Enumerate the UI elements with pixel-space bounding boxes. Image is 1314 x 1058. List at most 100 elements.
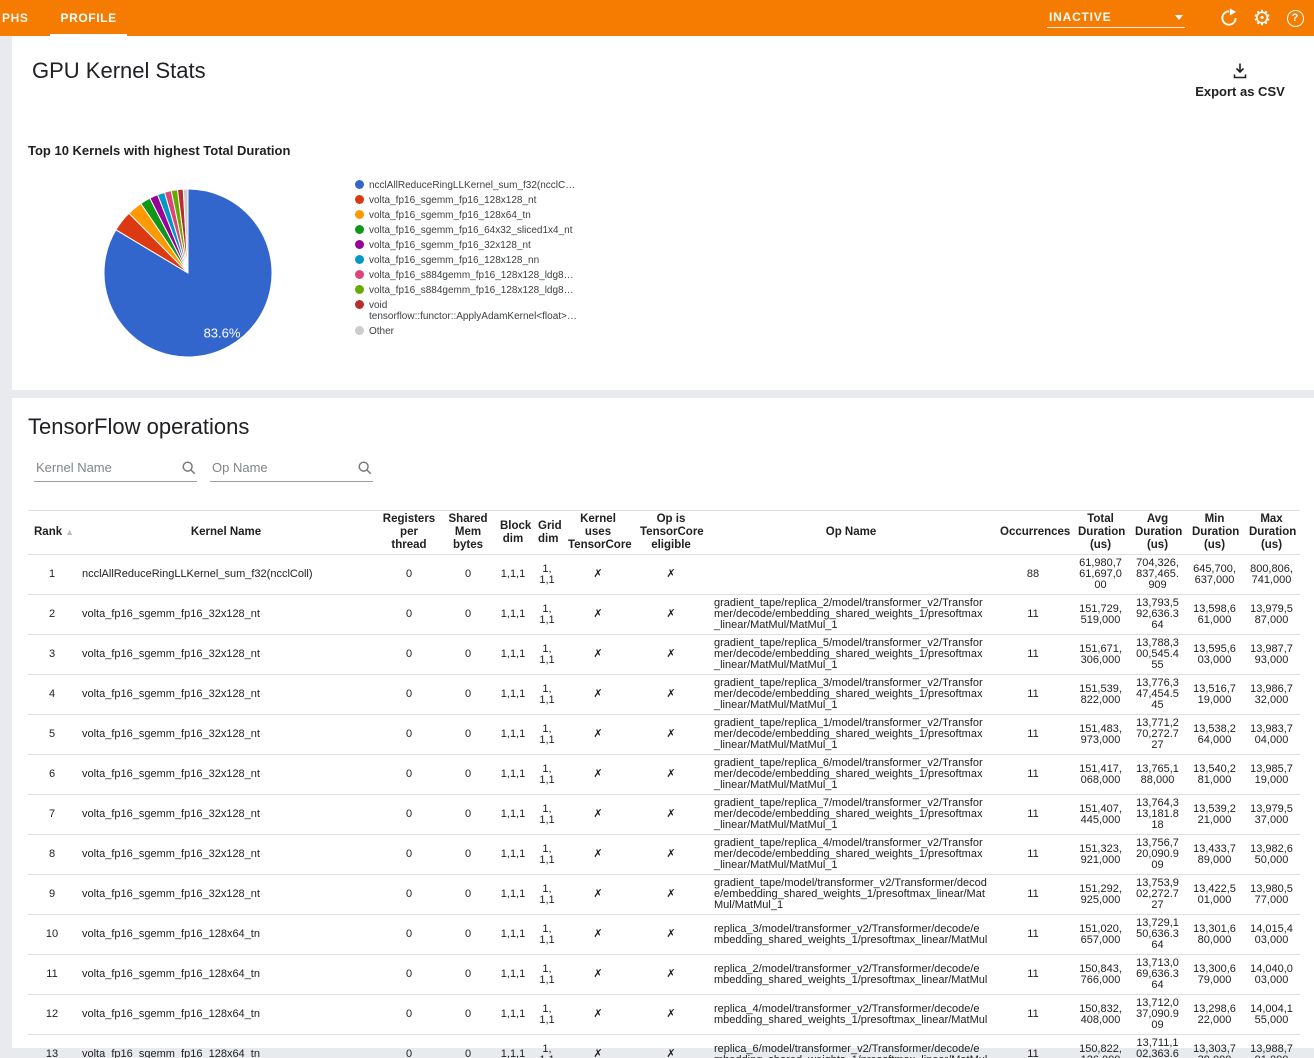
column-header[interactable]: Registers per thread (376, 511, 442, 555)
cell-total-duration: 151,323,921,000 (1072, 835, 1129, 875)
run-selector-value: INACTIVE (1049, 10, 1111, 24)
legend-item[interactable]: volta_fp16_sgemm_fp16_128x128_nn (355, 255, 587, 266)
legend-item[interactable]: volta_fp16_sgemm_fp16_128x128_nt (355, 195, 587, 206)
column-header[interactable]: Kernel Name (76, 511, 376, 555)
cell-kernel-name: volta_fp16_sgemm_fp16_128x64_tn (76, 955, 376, 995)
cell-registers: 0 (376, 555, 442, 595)
cell-max-duration: 14,004,155,000 (1243, 995, 1300, 1035)
cell-registers: 0 (376, 1035, 442, 1058)
tab-graphs[interactable]: PHS (0, 0, 44, 36)
legend-item[interactable]: volta_fp16_sgemm_fp16_64x32_sliced1x4_nt (355, 225, 587, 236)
cell-op-tensorcore-eligible: ✗ (634, 835, 708, 875)
help-icon[interactable]: ? (1284, 7, 1306, 29)
op-name-search-input[interactable] (210, 456, 350, 481)
refresh-icon[interactable] (1218, 7, 1240, 29)
legend-color-dot (355, 326, 364, 335)
cell-occurrences: 11 (994, 635, 1072, 675)
gear-icon[interactable]: ⚙ (1251, 7, 1273, 29)
column-header[interactable]: Grid dim (532, 511, 562, 555)
column-header[interactable]: Rank▲ (28, 511, 76, 555)
cell-rank: 13 (28, 1035, 76, 1058)
column-header[interactable]: Op is TensorCore eligible (634, 511, 708, 555)
cell-shared-mem: 0 (442, 995, 494, 1035)
column-header[interactable]: Block dim (494, 511, 532, 555)
cell-kernel-name: volta_fp16_sgemm_fp16_32x128_nt (76, 835, 376, 875)
cell-op-name: gradient_tape/replica_3/model/transforme… (708, 675, 994, 715)
column-header[interactable]: Max Duration (us) (1243, 511, 1300, 555)
cell-grid-dim: 1,1,1 (532, 595, 562, 635)
cell-total-duration: 151,539,822,000 (1072, 675, 1129, 715)
cell-avg-duration: 13,793,592,636.364 (1129, 595, 1186, 635)
cell-block-dim: 1,1,1 (494, 715, 532, 755)
column-header[interactable]: Total Duration (us) (1072, 511, 1129, 555)
cell-occurrences: 11 (994, 675, 1072, 715)
column-header[interactable]: Min Duration (us) (1186, 511, 1243, 555)
legend-item[interactable]: ncclAllReduceRingLLKernel_sum_f32(ncclC… (355, 180, 587, 191)
cell-op-tensorcore-eligible: ✗ (634, 1035, 708, 1058)
cell-shared-mem: 0 (442, 835, 494, 875)
cell-min-duration: 13,538,264,000 (1186, 715, 1243, 755)
cell-avg-duration: 13,713,069,636.364 (1129, 955, 1186, 995)
cell-op-tensorcore-eligible: ✗ (634, 995, 708, 1035)
tab-profile[interactable]: PROFILE (44, 0, 132, 36)
cell-rank: 10 (28, 915, 76, 955)
cell-registers: 0 (376, 995, 442, 1035)
cell-kernel-name: volta_fp16_sgemm_fp16_32x128_nt (76, 595, 376, 635)
column-header[interactable]: Occurrences (994, 511, 1072, 555)
cell-op-name: replica_6/model/transformer_v2/Transform… (708, 1035, 994, 1058)
cell-op-name: gradient_tape/replica_6/model/transforme… (708, 755, 994, 795)
legend-item[interactable]: void tensorflow::functor::ApplyAdamKerne… (355, 300, 587, 322)
column-header[interactable]: Shared Mem bytes (442, 511, 494, 555)
legend-item[interactable]: volta_fp16_s884gemm_fp16_128x128_ldg8… (355, 270, 587, 281)
cell-kernel-name: volta_fp16_sgemm_fp16_128x64_tn (76, 995, 376, 1035)
table-row: 3volta_fp16_sgemm_fp16_32x128_nt001,1,11… (28, 635, 1300, 675)
legend-color-dot (355, 180, 364, 189)
cell-op-tensorcore-eligible: ✗ (634, 915, 708, 955)
legend-item[interactable]: volta_fp16_sgemm_fp16_32x128_nt (355, 240, 587, 251)
cell-avg-duration: 13,764,313,181.818 (1129, 795, 1186, 835)
table-row: 2volta_fp16_sgemm_fp16_32x128_nt001,1,11… (28, 595, 1300, 635)
cell-block-dim: 1,1,1 (494, 555, 532, 595)
kernel-name-search-input[interactable] (34, 456, 174, 481)
cell-min-duration: 645,700,637,000 (1186, 555, 1243, 595)
cell-rank: 11 (28, 955, 76, 995)
cell-avg-duration: 13,712,037,090.909 (1129, 995, 1186, 1035)
legend-item[interactable]: volta_fp16_s884gemm_fp16_128x128_ldg8… (355, 285, 587, 296)
cell-total-duration: 150,822,126,000 (1072, 1035, 1129, 1058)
column-header[interactable]: Kernel uses TensorCore (562, 511, 634, 555)
cell-block-dim: 1,1,1 (494, 1035, 532, 1058)
cell-op-tensorcore-eligible: ✗ (634, 755, 708, 795)
cell-kernel-tensorcore: ✗ (562, 675, 634, 715)
column-header[interactable]: Op Name (708, 511, 994, 555)
cell-shared-mem: 0 (442, 755, 494, 795)
cell-registers: 0 (376, 835, 442, 875)
cell-shared-mem: 0 (442, 635, 494, 675)
legend-label: volta_fp16_s884gemm_fp16_128x128_ldg8… (369, 285, 574, 296)
cell-total-duration: 151,483,973,000 (1072, 715, 1129, 755)
cell-avg-duration: 13,756,720,090.909 (1129, 835, 1186, 875)
cell-block-dim: 1,1,1 (494, 955, 532, 995)
cell-op-tensorcore-eligible: ✗ (634, 555, 708, 595)
cell-grid-dim: 1,1,1 (532, 715, 562, 755)
tensorflow-operations-card: TensorFlow operations Rank▲Kernel NameRe… (12, 398, 1314, 1048)
column-header[interactable]: Avg Duration (us) (1129, 511, 1186, 555)
legend-label: Other (369, 326, 394, 337)
cell-kernel-tensorcore: ✗ (562, 875, 634, 915)
cell-avg-duration: 13,788,300,545.455 (1129, 635, 1186, 675)
cell-max-duration: 14,040,003,000 (1243, 955, 1300, 995)
cell-block-dim: 1,1,1 (494, 755, 532, 795)
cell-op-tensorcore-eligible: ✗ (634, 675, 708, 715)
legend-item[interactable]: Other (355, 326, 587, 337)
legend-label: volta_fp16_sgemm_fp16_128x64_tn (369, 210, 531, 221)
cell-kernel-tensorcore: ✗ (562, 1035, 634, 1058)
table-row: 4volta_fp16_sgemm_fp16_32x128_nt001,1,11… (28, 675, 1300, 715)
cell-op-tensorcore-eligible: ✗ (634, 955, 708, 995)
cell-kernel-name: ncclAllReduceRingLLKernel_sum_f32(ncclCo… (76, 555, 376, 595)
cell-rank: 9 (28, 875, 76, 915)
cell-min-duration: 13,298,622,000 (1186, 995, 1243, 1035)
cell-grid-dim: 1,1,1 (532, 915, 562, 955)
run-selector-dropdown[interactable]: INACTIVE (1047, 8, 1185, 28)
export-csv-button[interactable]: Export as CSV (1180, 62, 1300, 99)
cell-max-duration: 13,988,791,000 (1243, 1035, 1300, 1058)
legend-item[interactable]: volta_fp16_sgemm_fp16_128x64_tn (355, 210, 587, 221)
